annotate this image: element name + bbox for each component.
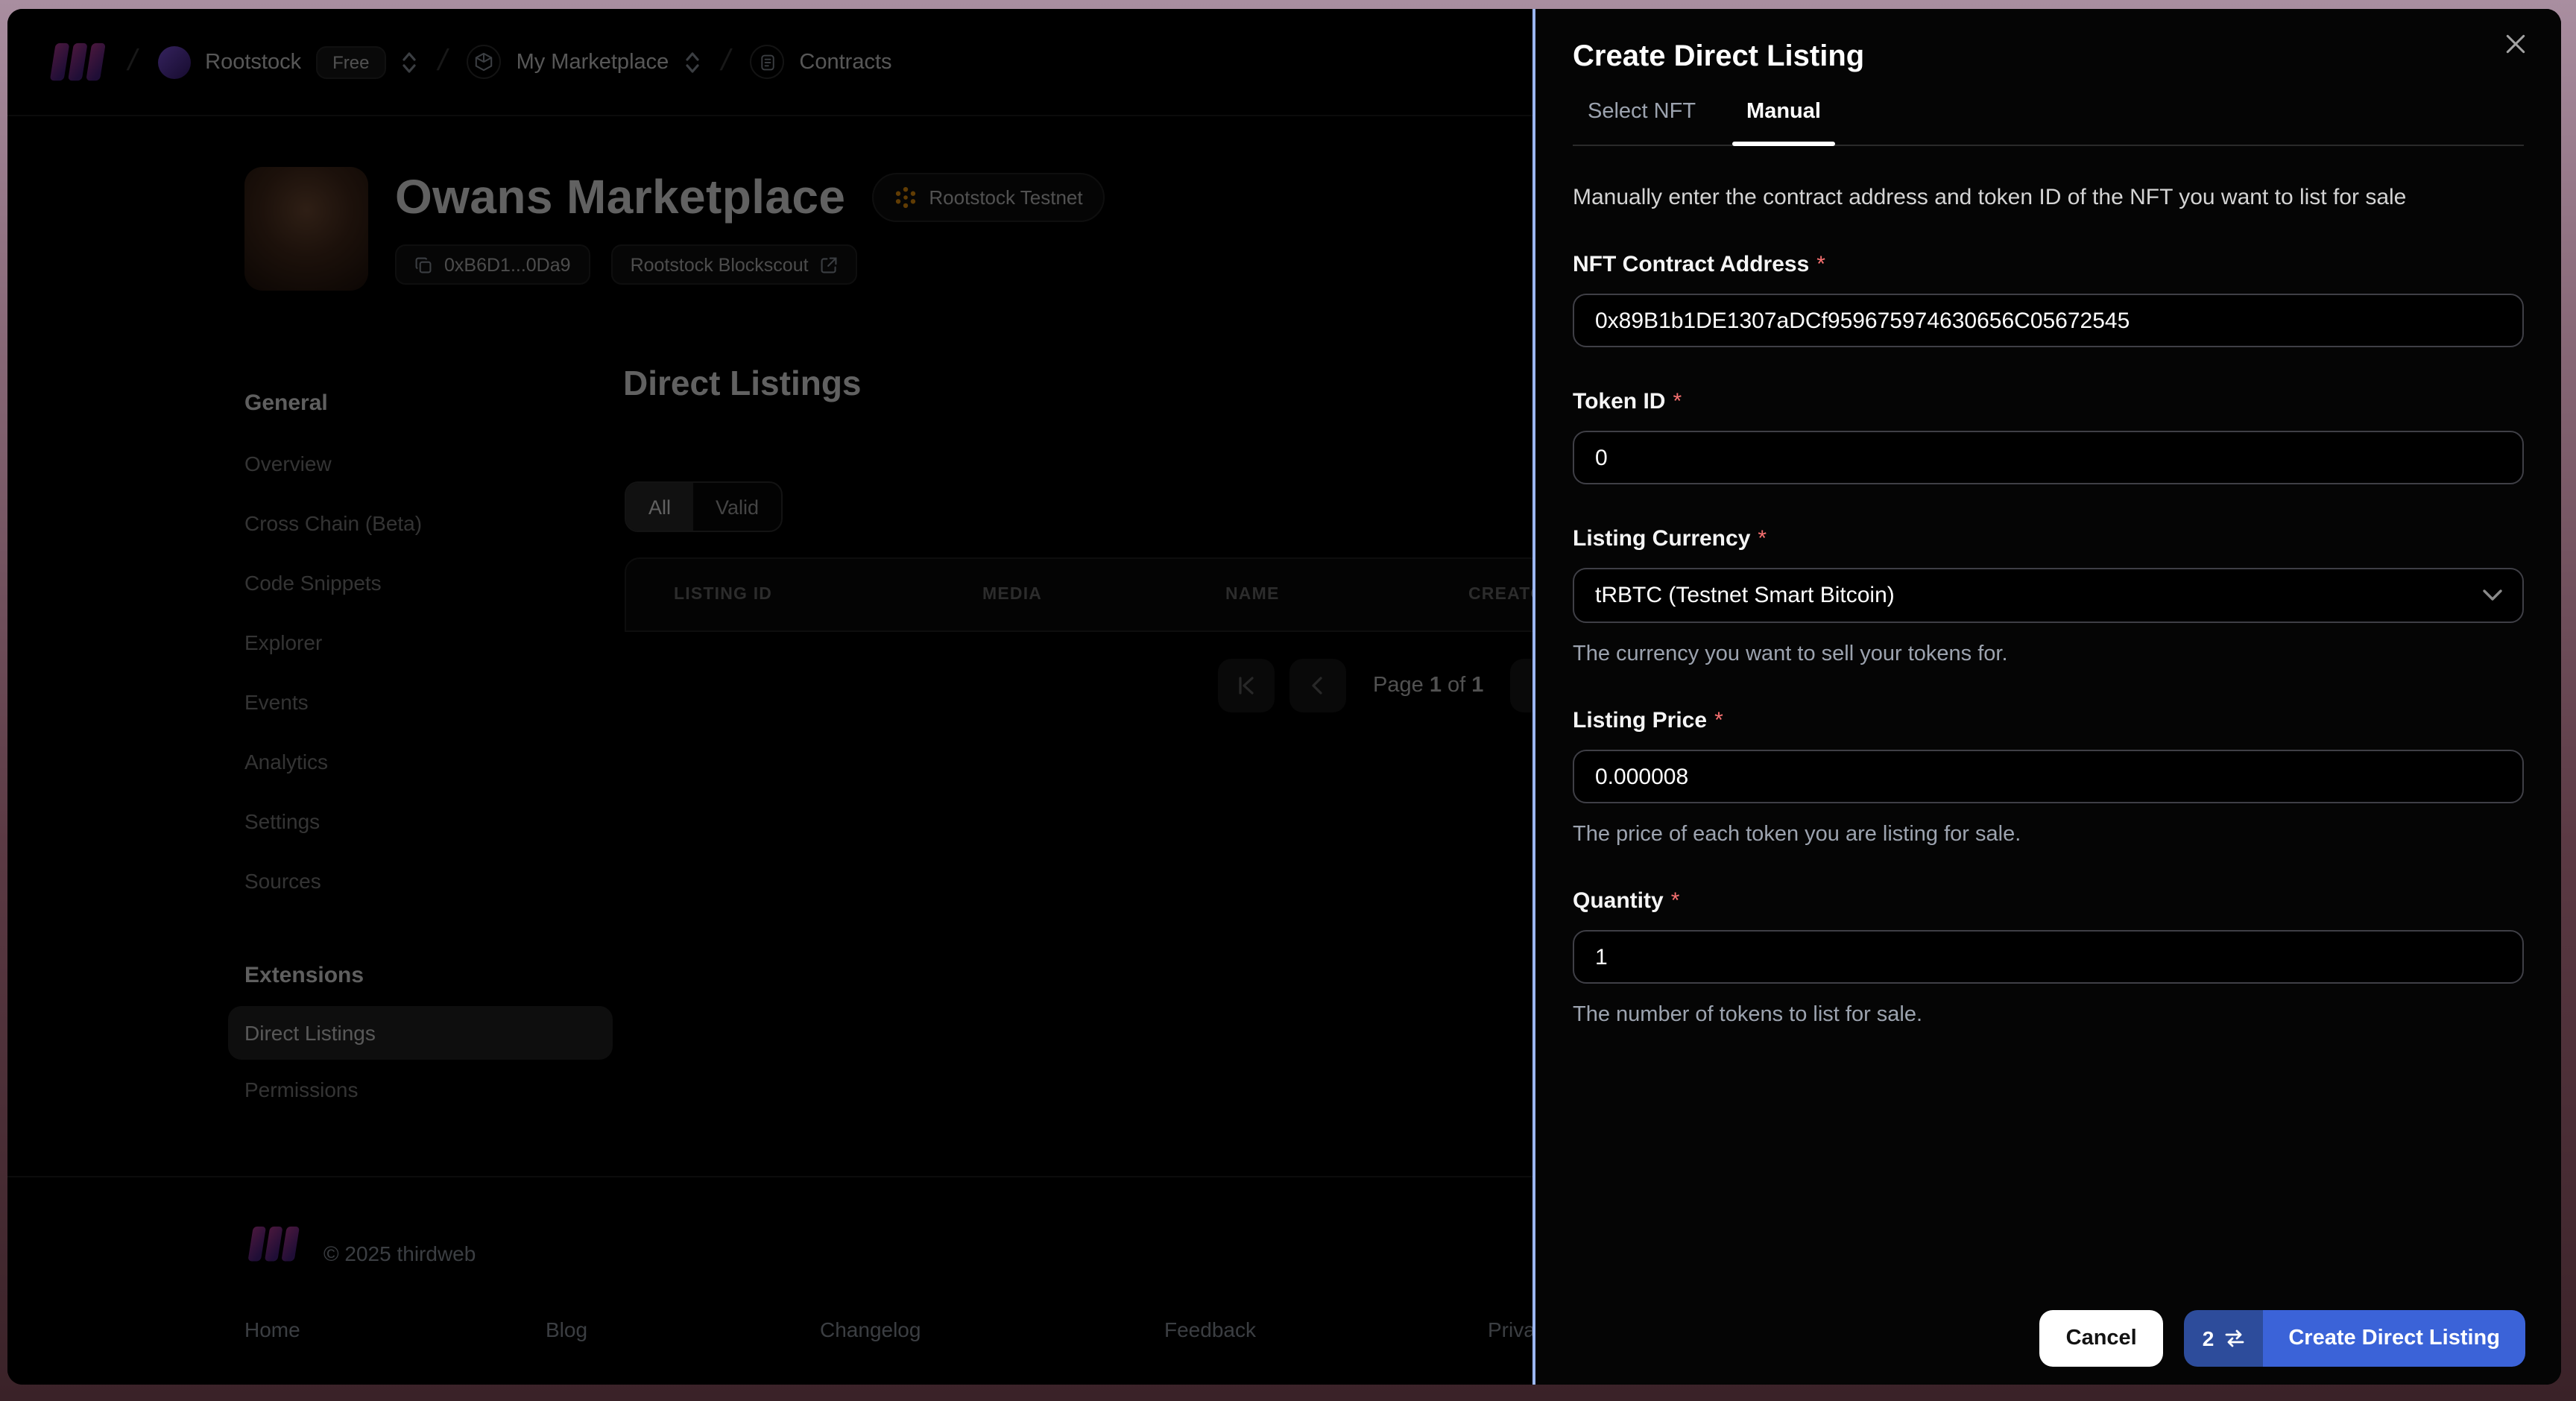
quantity-label: Quantity * (1573, 888, 1680, 914)
drawer-tabs: Select NFT Manual (1573, 100, 2524, 146)
window-frame: / Rootstock Free / My Marketplace (0, 0, 2576, 1401)
currency-select[interactable]: tRBTC (Testnet Smart Bitcoin) (1573, 568, 2524, 623)
field-quantity: Quantity* The number of tokens to list f… (1573, 888, 2524, 1027)
cancel-button[interactable]: Cancel (2039, 1310, 2164, 1367)
currency-selected-value: tRBTC (Testnet Smart Bitcoin) (1595, 583, 1895, 608)
token-id-input[interactable] (1573, 431, 2524, 484)
close-icon (2505, 34, 2525, 53)
transaction-count: 2 (2202, 1326, 2214, 1350)
swap-arrows-icon (2225, 1329, 2244, 1347)
drawer-description: Manually enter the contract address and … (1573, 185, 2407, 210)
nft-address-input[interactable] (1573, 294, 2524, 347)
currency-helper-text: The currency you want to sell your token… (1573, 642, 2008, 666)
nft-address-label: NFT Contract Address * (1573, 252, 1825, 277)
required-asterisk: * (1816, 252, 1825, 277)
token-id-label: Token ID * (1573, 389, 1682, 414)
field-listing-price: Listing Price* The price of each token y… (1573, 708, 2524, 847)
drawer-title: Create Direct Listing (1573, 40, 1865, 73)
field-nft-contract-address: NFT Contract Address * (1573, 252, 2524, 347)
price-label: Listing Price * (1573, 708, 1723, 733)
quantity-input[interactable] (1573, 930, 2524, 984)
chevron-down-icon (2483, 589, 2502, 601)
quantity-helper-text: The number of tokens to list for sale. (1573, 1003, 1923, 1027)
transaction-count-button[interactable]: 2 (2184, 1310, 2264, 1367)
required-asterisk: * (1670, 888, 1680, 914)
tab-select-nft[interactable]: Select NFT (1573, 100, 1711, 145)
drawer-actions: Cancel 2 Create Direct Listing (1535, 1289, 2561, 1385)
price-input[interactable] (1573, 750, 2524, 803)
field-listing-currency: Listing Currency * tRBTC (Testnet Smart B… (1573, 526, 2524, 666)
submit-split-button: 2 Create Direct Listing (2184, 1310, 2525, 1367)
currency-label: Listing Currency * (1573, 526, 1767, 551)
required-asterisk: * (1673, 389, 1682, 414)
close-button[interactable] (2500, 28, 2530, 58)
tab-manual[interactable]: Manual (1731, 100, 1836, 146)
required-asterisk: * (1714, 708, 1723, 733)
create-direct-listing-button[interactable]: Create Direct Listing (2263, 1310, 2525, 1367)
app-screen: / Rootstock Free / My Marketplace (7, 9, 2561, 1385)
required-asterisk: * (1758, 526, 1767, 551)
field-token-id: Token ID * (1573, 389, 2524, 484)
price-helper-text: The price of each token you are listing … (1573, 823, 2021, 847)
create-direct-listing-drawer: Create Direct Listing Select NFT Manual … (1532, 9, 2561, 1385)
